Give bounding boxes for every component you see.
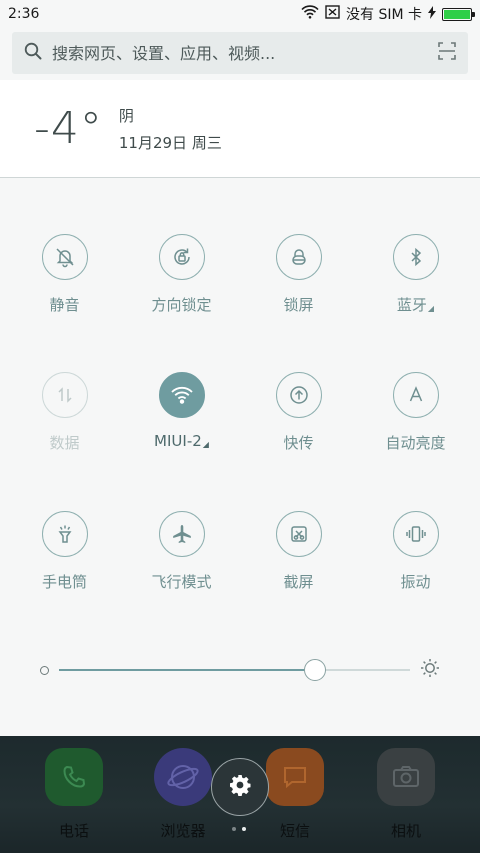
charging-icon — [428, 5, 436, 23]
toggle-lock-screen[interactable]: 锁屏 — [240, 234, 357, 315]
auto-brightness-icon — [392, 372, 439, 418]
toggle-vibrate[interactable]: 振动 — [357, 511, 474, 592]
screenshot-icon — [275, 511, 322, 557]
brightness-slider[interactable] — [59, 659, 410, 681]
toggle-label: 截屏 — [283, 573, 314, 591]
home-dock: 电话 浏览器 短信 相机 — [0, 736, 480, 853]
lock-icon — [275, 234, 322, 280]
toggle-bluetooth[interactable]: 蓝牙◢ — [357, 234, 474, 315]
toggle-wifi[interactable]: MIUI-2◢ — [123, 372, 240, 450]
quick-toggles-panel: 静音 方向锁定 锁屏 蓝牙◢ 数据 MIUI-2◢ 快传 自动亮度 手电筒 飞行… — [0, 178, 480, 736]
toggle-rotation-lock[interactable]: 方向锁定 — [123, 234, 240, 315]
toggle-flashlight[interactable]: 手电筒 — [6, 511, 123, 592]
bluetooth-icon — [392, 234, 439, 280]
scan-icon[interactable] — [438, 42, 456, 64]
toggle-screenshot[interactable]: 截屏 — [240, 511, 357, 592]
weather-info: 阴 11月29日 周三 — [119, 105, 222, 153]
wifi-icon — [158, 372, 205, 418]
weather-widget[interactable]: -4° 阴 11月29日 周三 — [0, 80, 480, 178]
status-icons: 没有 SIM 卡 — [301, 4, 475, 24]
page-dot — [232, 827, 236, 831]
toggle-mobile-data[interactable]: 数据 — [6, 372, 123, 453]
wifi-signal-icon — [301, 5, 319, 23]
battery-icon — [442, 7, 475, 21]
toggle-label: 静音 — [49, 296, 80, 314]
flashlight-icon — [41, 511, 88, 557]
settings-button[interactable] — [211, 758, 269, 816]
airplane-icon — [158, 511, 205, 557]
toggle-label: 数据 — [49, 434, 80, 452]
app-camera[interactable]: 相机 — [361, 748, 451, 841]
battery-level — [444, 9, 470, 19]
toggle-label: 手电筒 — [41, 573, 87, 591]
search-icon — [24, 42, 42, 64]
toggle-label: 蓝牙◢ — [396, 296, 435, 314]
rotation-lock-icon — [158, 234, 205, 280]
brightness-high-icon — [420, 658, 440, 682]
toggle-label: 飞行模式 — [151, 573, 212, 591]
app-label: 浏览器 — [160, 822, 206, 840]
message-icon — [266, 748, 324, 806]
status-bar: 2:36 没有 SIM 卡 — [0, 0, 480, 28]
weather-temperature: -4° — [34, 102, 103, 154]
expand-triangle-icon: ◢ — [427, 304, 435, 313]
brightness-low-icon — [40, 665, 49, 675]
status-time: 2:36 — [8, 6, 40, 22]
search-input[interactable] — [52, 43, 438, 63]
brightness-slider-fill — [59, 669, 316, 671]
quick-transfer-icon — [275, 372, 322, 418]
toggle-label: 方向锁定 — [151, 296, 212, 314]
page-indicator — [232, 827, 246, 831]
toggle-label: MIUI-2◢ — [154, 432, 209, 450]
brightness-control — [40, 658, 440, 682]
browser-icon — [154, 748, 212, 806]
toggle-auto-brightness[interactable]: 自动亮度 — [357, 372, 474, 453]
vibrate-icon — [392, 511, 439, 557]
expand-triangle-icon: ◢ — [202, 440, 209, 449]
toggle-label: 振动 — [400, 573, 431, 591]
weather-date: 11月29日 周三 — [118, 133, 222, 152]
sim-status-text: 没有 SIM 卡 — [346, 7, 422, 23]
weather-condition: 阴 — [118, 106, 134, 125]
bell-muted-icon — [41, 234, 88, 280]
toggle-label: 自动亮度 — [385, 434, 446, 452]
search-bar[interactable] — [12, 32, 468, 74]
no-sim-icon — [325, 5, 340, 23]
toggle-silent[interactable]: 静音 — [6, 234, 123, 315]
app-label: 电话 — [58, 822, 89, 840]
toggle-airplane-mode[interactable]: 飞行模式 — [123, 511, 240, 592]
toggle-label: 快传 — [283, 434, 314, 452]
mobile-data-icon — [41, 372, 88, 418]
brightness-slider-thumb[interactable] — [304, 659, 327, 681]
phone-icon — [45, 748, 103, 806]
toggle-quick-transfer[interactable]: 快传 — [240, 372, 357, 453]
camera-icon — [377, 748, 435, 806]
gear-icon — [228, 773, 252, 801]
app-phone[interactable]: 电话 — [29, 748, 119, 841]
page-dot-active — [242, 827, 246, 831]
app-label: 短信 — [279, 822, 310, 840]
app-label: 相机 — [390, 822, 421, 840]
toggle-label: 锁屏 — [283, 296, 314, 314]
